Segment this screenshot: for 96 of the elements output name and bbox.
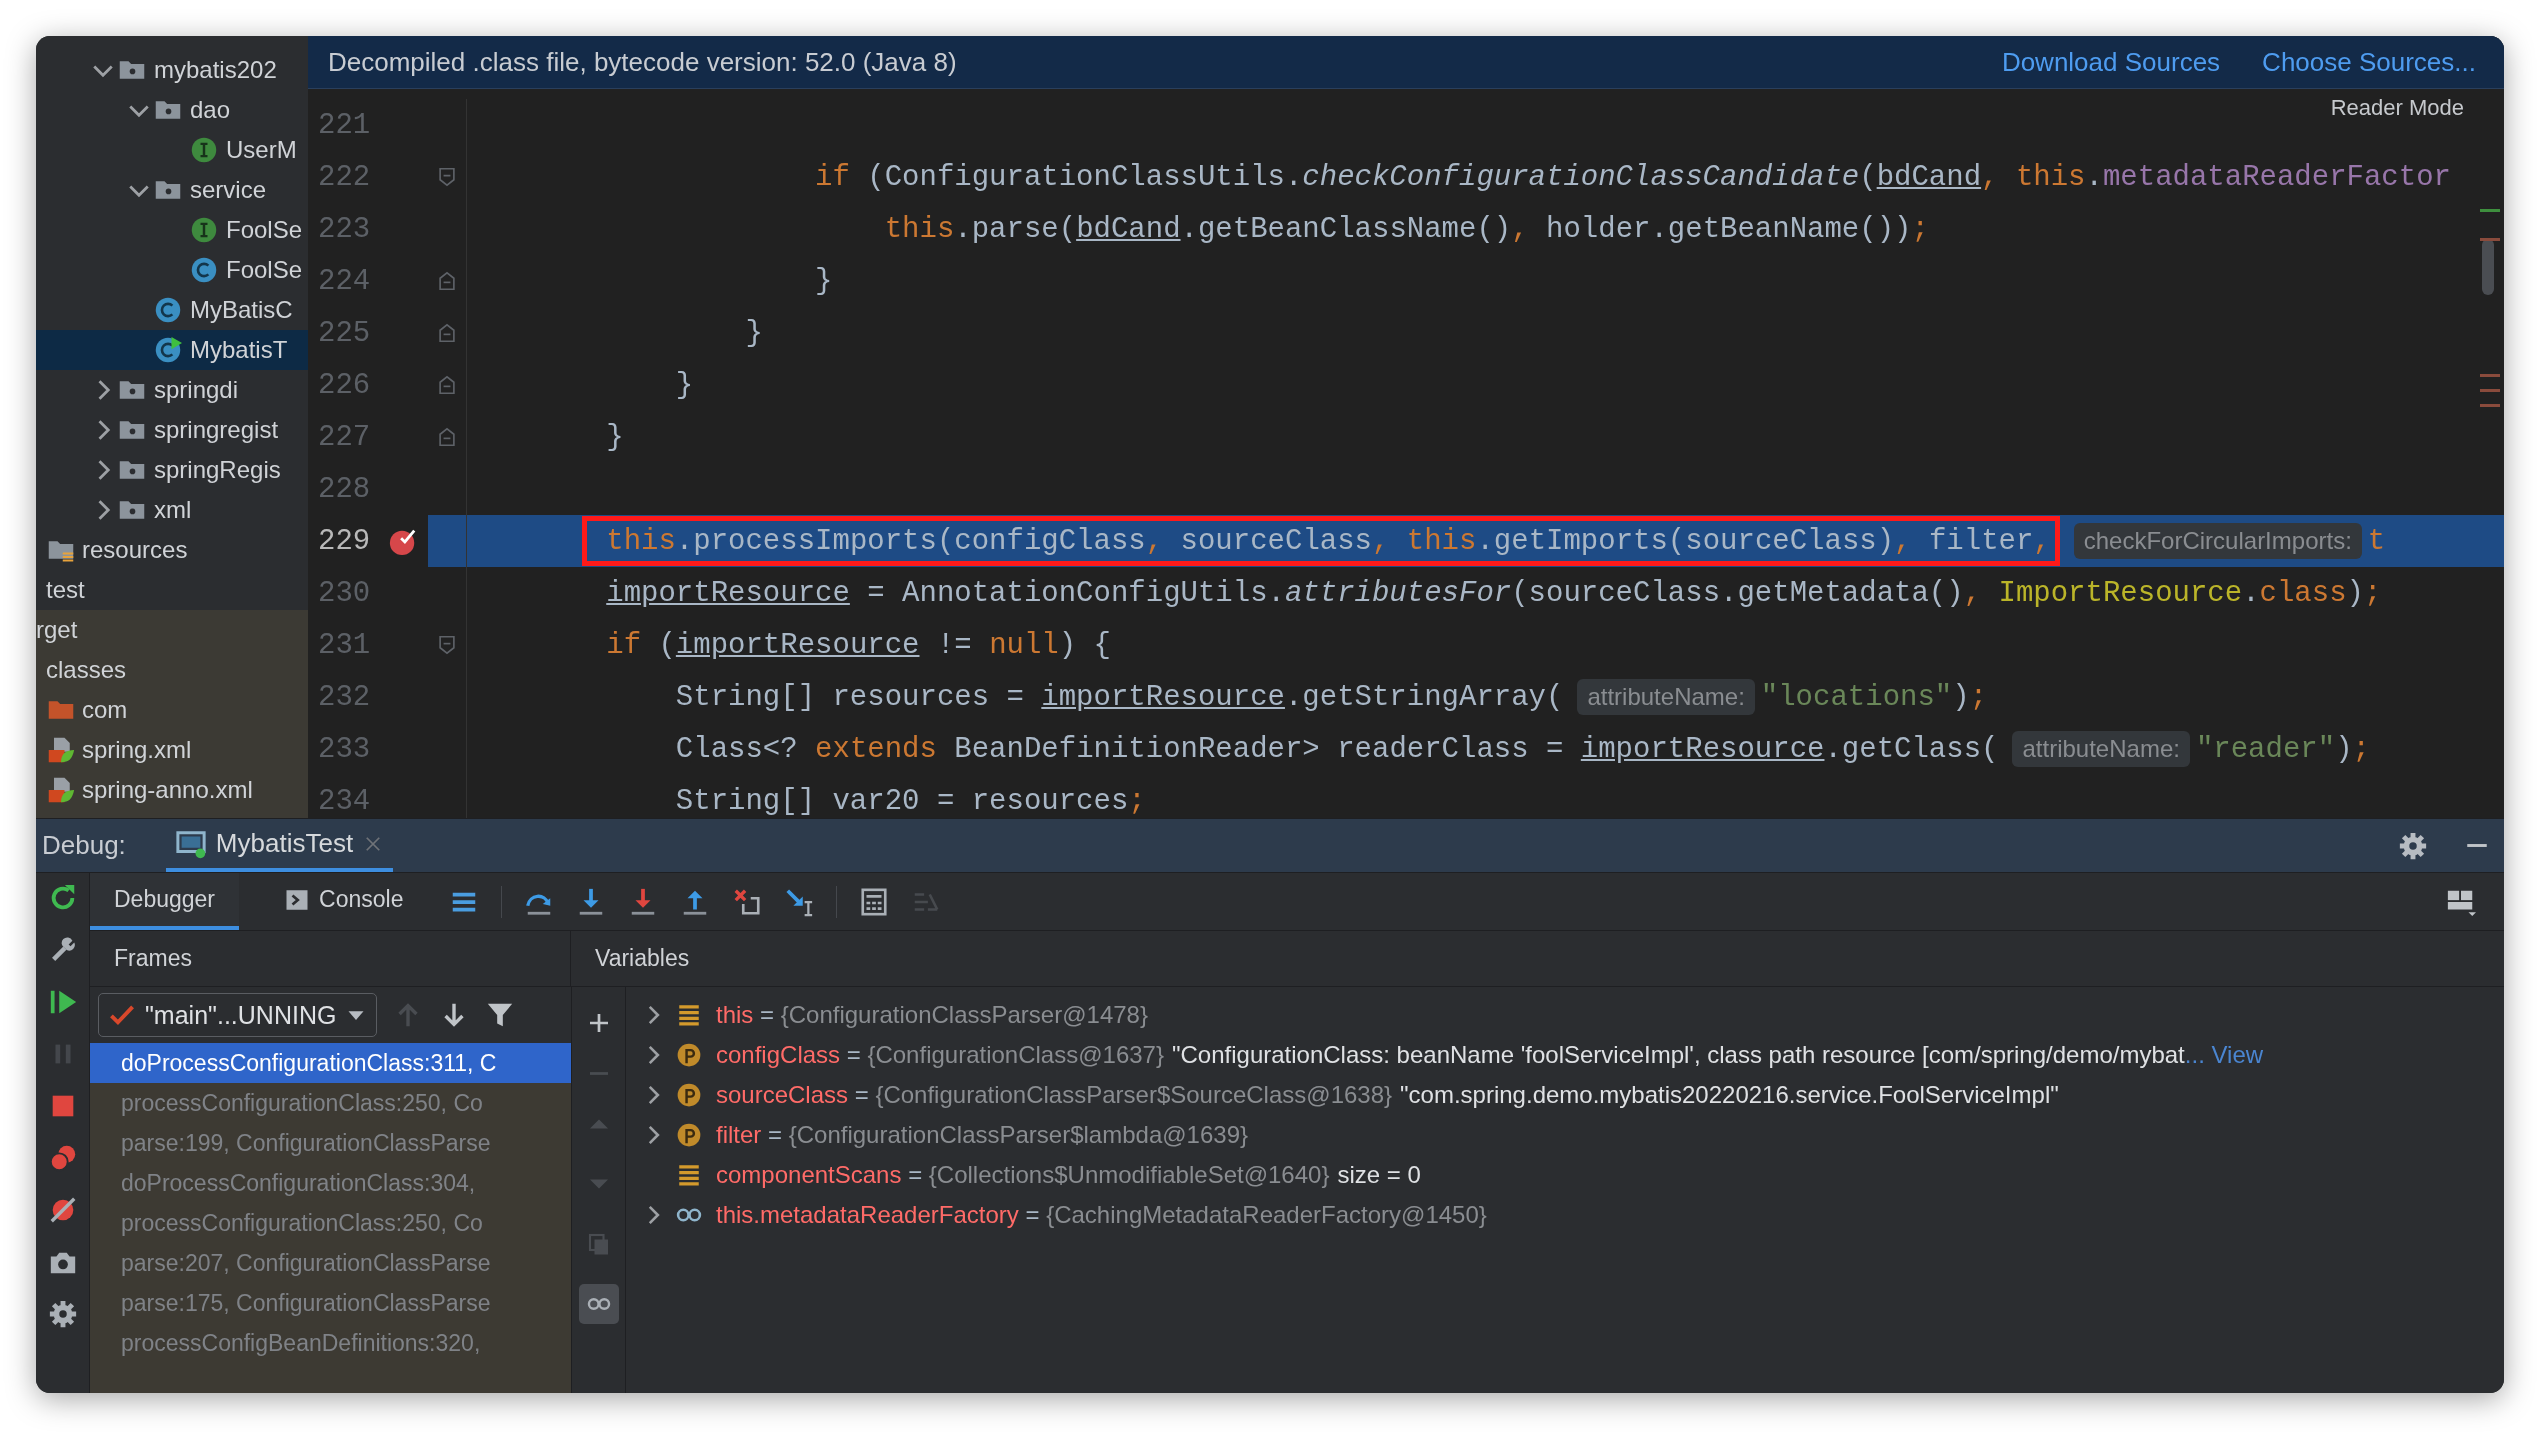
tab[interactable]: Debugger <box>90 873 240 930</box>
code-text: String[] var20 = resources; <box>675 784 1146 818</box>
fold-icon[interactable] <box>436 426 458 448</box>
parameter-icon <box>676 1122 702 1148</box>
line-number: 230 <box>317 576 372 610</box>
code-text: } <box>606 420 624 454</box>
spring-xml-file-icon <box>46 776 75 804</box>
code-text: "locations"); <box>1760 680 1988 714</box>
tab[interactable]: Console <box>261 873 428 930</box>
line-number: 221 <box>317 108 372 142</box>
tree-item[interactable]: dao <box>36 90 308 130</box>
parameter-hint: attributeName: <box>2012 731 2190 767</box>
line-number: 229 <box>317 524 372 558</box>
panel-title: Variables <box>594 944 690 973</box>
line-number: 233 <box>317 732 372 766</box>
line-number: 231 <box>317 628 372 662</box>
line-number: 222 <box>317 160 372 194</box>
tree-item[interactable]: springdi <box>36 370 308 410</box>
variable-row[interactable]: filter = {ConfigurationClassParser$lambda@1639} <box>626 1115 2504 1155</box>
field-list-icon <box>676 1002 702 1028</box>
tree-item[interactable]: springregist <box>36 410 308 450</box>
line-number: 232 <box>317 680 372 714</box>
fold-icon[interactable] <box>436 322 458 344</box>
variable-row[interactable]: sourceClass = {ConfigurationClassParser$SourceClass@1638} "com.spring.demo.mybatis20220216.service.FoolServiceImpl" <box>626 1075 2504 1115</box>
line-number: 227 <box>317 420 372 454</box>
decompiled-notice: Decompiled .class file, bytecode version: 52.0 (Java 8) <box>328 46 958 78</box>
variable-row[interactable]: componentScans = {Collections$UnmodifiableSet@1640} size = 0 <box>626 1155 2504 1195</box>
scrollbar-thumb[interactable] <box>2482 239 2494 295</box>
line-number: 228 <box>317 472 372 506</box>
line-number: 224 <box>317 264 372 298</box>
spring-xml-file-icon <box>46 736 75 764</box>
tree-item[interactable]: rget <box>36 610 308 650</box>
tree-item[interactable]: spring.xml <box>36 730 308 770</box>
banner-link[interactable]: Choose Sources... <box>2262 46 2476 78</box>
reader-mode-link[interactable]: Reader Mode <box>2330 95 2464 121</box>
stack-frame[interactable]: doProcessConfigurationClass:311, C <box>90 1043 571 1083</box>
tree-item[interactable]: springRegis <box>36 450 308 490</box>
thread-dropdown[interactable]: "main"...UNNING <box>98 993 378 1037</box>
tree-item[interactable]: xml <box>36 490 308 530</box>
tree-item[interactable]: UserM <box>36 130 308 170</box>
tree-item[interactable]: MyBatisC <box>36 290 308 330</box>
line-number: 226 <box>317 368 372 402</box>
tree-item[interactable]: FoolSe <box>36 210 308 250</box>
tree-item[interactable]: spring-anno.xml <box>36 770 308 810</box>
settings-icon[interactable] <box>2398 830 2428 861</box>
fold-icon[interactable] <box>436 270 458 292</box>
field-list-icon <box>676 1162 702 1188</box>
panel-title: Frames <box>90 931 571 986</box>
code-text: importResource = AnnotationConfigUtils.attributesFor(sourceClass.getMetadata(), ImportResource.class); <box>606 576 2382 610</box>
variable-row[interactable]: configClass = {ConfigurationClass@1637} "ConfigurationClass: beanName 'foolServiceImpl', class path resource [com/spring/demo/mybat... View <box>626 1035 2504 1075</box>
console-icon <box>285 887 310 912</box>
line-number: 234 <box>317 784 372 818</box>
glasses-button[interactable] <box>578 1284 619 1324</box>
parameter-icon <box>676 1082 702 1108</box>
code-text: } <box>745 316 763 350</box>
fold-icon[interactable] <box>436 634 458 656</box>
interface-icon <box>189 216 218 244</box>
fold-icon[interactable] <box>436 374 458 396</box>
parameter-hint: attributeName: <box>1577 679 1755 715</box>
tree-item[interactable]: FoolSe <box>36 250 308 290</box>
class-icon <box>153 296 182 324</box>
minimize-icon[interactable] <box>2464 843 2490 848</box>
copy-icon <box>586 1232 611 1256</box>
settings-icon[interactable] <box>47 1299 78 1329</box>
tree-item[interactable]: com <box>36 690 308 730</box>
code-text: "reader"); <box>2195 732 2370 766</box>
highlight-box: this.processImports(configClass, sourceClass, this.getImports(sourceClass), filter, <box>582 516 2060 566</box>
monitor-icon <box>175 828 206 859</box>
line-number: 223 <box>317 212 372 246</box>
line-number: 225 <box>317 316 372 350</box>
code-text: if (importResource != null) { <box>606 628 1111 662</box>
tree-item[interactable]: test <box>36 570 308 610</box>
variable-row[interactable]: this.metadataReaderFactory = {CachingMetadataReaderFactory@1450} <box>626 1195 2504 1235</box>
panel-label: Debug: <box>42 830 126 861</box>
banner-link[interactable]: Download Sources <box>2001 46 2221 78</box>
tree-item[interactable]: resources <box>36 530 308 570</box>
parameter-icon <box>676 1042 702 1068</box>
fold-icon[interactable] <box>436 166 458 188</box>
tree-item[interactable]: classes <box>36 650 308 690</box>
code-text: t <box>2367 524 2386 558</box>
runnable-class-icon <box>153 336 182 364</box>
code-text: Class<? extends BeanDefinitionReader> readerClass = importResource.getClass( <box>675 732 1999 766</box>
code-text: String[] resources = importResource.getStringArray( <box>675 680 1564 714</box>
view-link[interactable]: ... View <box>2184 1041 2264 1069</box>
class-icon <box>189 256 218 284</box>
calculator-icon[interactable] <box>859 886 890 917</box>
code-text: if (ConfigurationClassUtils.checkConfigurationClassCandidate(bdCand, this.metadataReaderFactor <box>815 160 2451 194</box>
tree-item[interactable]: service <box>36 170 308 210</box>
tree-item[interactable]: MybatisT <box>36 330 308 370</box>
variable-row[interactable]: this = {ConfigurationClassParser@1478} <box>626 995 2504 1035</box>
tree-item[interactable]: mybatis202 <box>36 50 308 90</box>
code-text: } <box>675 368 694 402</box>
parameter-hint: checkForCircularImports: <box>2073 523 2362 559</box>
code-text: this.parse(bdCand.getBeanClassName(), holder.getBeanName()); <box>884 212 1929 246</box>
interface-icon <box>189 136 218 164</box>
code-text: } <box>815 264 833 298</box>
